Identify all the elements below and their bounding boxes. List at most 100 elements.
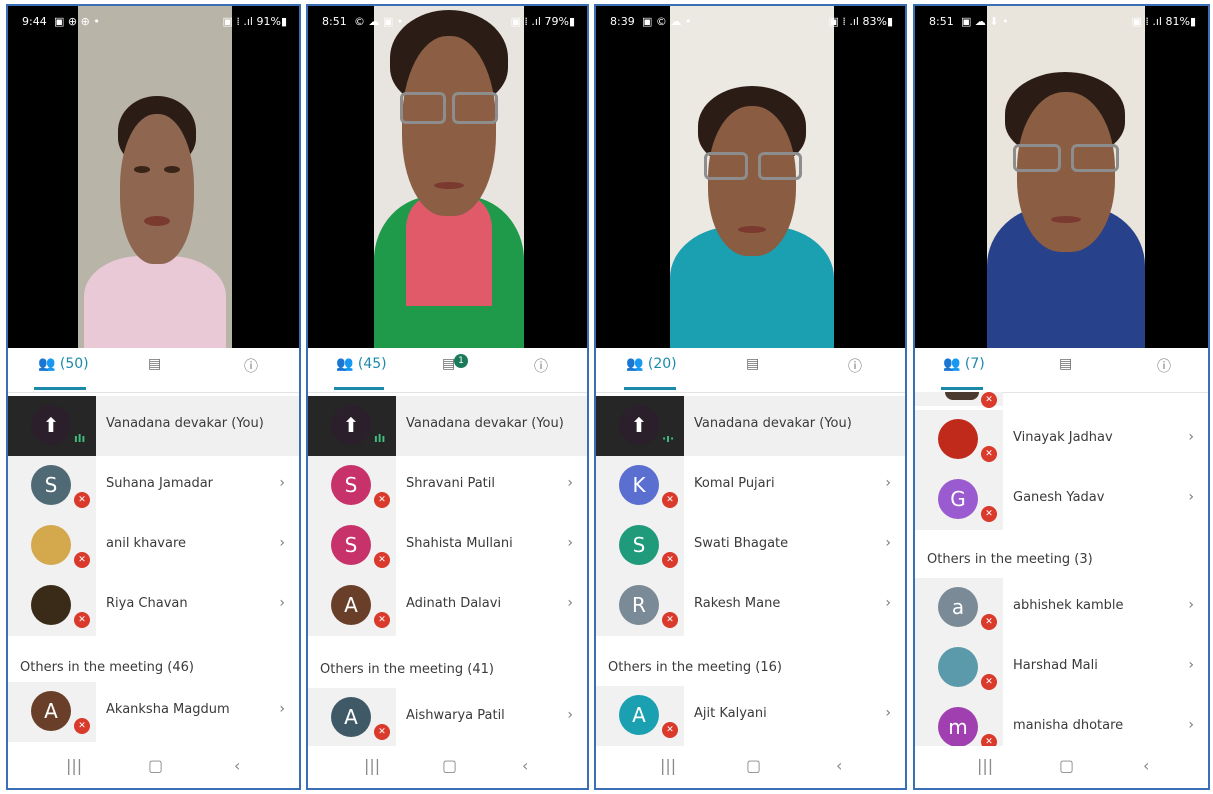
- chevron-right-icon[interactable]: ›: [885, 535, 891, 551]
- home-button[interactable]: ▢: [1059, 756, 1074, 775]
- chevron-right-icon[interactable]: ›: [279, 595, 285, 611]
- mic-muted-icon: ✕: [981, 734, 997, 746]
- recent-apps-button[interactable]: |||: [977, 756, 993, 775]
- participant-row[interactable]: R ✕ Rakesh Mane ›: [596, 576, 905, 636]
- mic-muted-icon: ✕: [981, 506, 997, 522]
- participant-row[interactable]: ✕ anil khavare ›: [8, 516, 299, 576]
- chevron-right-icon[interactable]: ›: [567, 595, 573, 611]
- tab-people[interactable]: 👥 (45): [336, 356, 387, 372]
- avatar: a: [938, 587, 978, 627]
- home-button[interactable]: ▢: [746, 756, 761, 775]
- recent-apps-button[interactable]: |||: [66, 756, 82, 775]
- video-feed: 9:44 ▣ ⊕ ⊕ • ▣ ⁞ .ıl 91%▮: [8, 6, 299, 348]
- active-tab-indicator: [941, 387, 983, 390]
- chevron-right-icon[interactable]: ›: [279, 475, 285, 491]
- chevron-right-icon[interactable]: ›: [885, 475, 891, 491]
- video-frame: [987, 6, 1145, 348]
- chevron-right-icon[interactable]: ›: [567, 707, 573, 723]
- others-section-header: Others in the meeting (3): [927, 552, 1093, 567]
- participant-video: [987, 6, 1145, 348]
- avatar: [945, 392, 979, 400]
- info-icon[interactable]: ⓘ: [244, 356, 258, 376]
- video-feed: 8:51 © ☁ ▣ • ▣ ⁞ .ıl 79%▮: [308, 6, 587, 348]
- mic-muted-icon: ✕: [374, 552, 390, 568]
- video-frame: [670, 6, 834, 348]
- phone-screen-1: 9:44 ▣ ⊕ ⊕ • ▣ ⁞ .ıl 91%▮ 👥 (50) ▤ ⓘ ⬆ ı…: [6, 4, 301, 790]
- participant-row[interactable]: S ✕ Shahista Mullani ›: [308, 516, 587, 576]
- recent-apps-button[interactable]: |||: [364, 756, 380, 775]
- status-time: 9:44: [22, 15, 47, 28]
- chevron-right-icon[interactable]: ›: [1188, 489, 1194, 505]
- participant-row[interactable]: A ✕ Aishwarya Patil ›: [308, 688, 587, 746]
- chevron-right-icon[interactable]: ›: [279, 535, 285, 551]
- participant-name: Shravani Patil: [406, 476, 495, 491]
- participant-name: Vanadana devakar (You): [406, 416, 564, 431]
- chevron-right-icon[interactable]: ›: [567, 475, 573, 491]
- mic-muted-icon: ✕: [74, 718, 90, 734]
- participant-list: ⬆ ılı Vanadana devakar (You) S ✕ Shravan…: [308, 392, 587, 746]
- participant-row[interactable]: m ✕ manisha dhotare ›: [915, 698, 1208, 746]
- avatar: G: [938, 479, 978, 519]
- info-icon[interactable]: ⓘ: [534, 356, 548, 376]
- people-count: (20): [647, 356, 677, 372]
- participant-name: Suhana Jamadar: [106, 476, 214, 491]
- mic-muted-icon: ✕: [662, 492, 678, 508]
- mic-muted-icon: ✕: [662, 612, 678, 628]
- participant-row[interactable]: K ✕ Komal Pujari ›: [596, 456, 905, 516]
- participant-row[interactable]: ⬆ ·ı· Vanadana devakar (You): [596, 396, 905, 456]
- chevron-right-icon[interactable]: ›: [1188, 429, 1194, 445]
- avatar: m: [938, 707, 978, 746]
- back-button[interactable]: ‹: [234, 756, 240, 775]
- avatar: A: [331, 585, 371, 625]
- mic-muted-icon: ✕: [74, 612, 90, 628]
- others-section-header: Others in the meeting (46): [20, 660, 194, 675]
- participant-row[interactable]: A ✕ Ajit Kalyani ›: [596, 686, 905, 746]
- chevron-right-icon[interactable]: ›: [567, 535, 573, 551]
- tab-people[interactable]: 👥 (20): [626, 356, 677, 372]
- home-button[interactable]: ▢: [148, 756, 163, 775]
- tab-people[interactable]: 👥 (50): [38, 356, 89, 372]
- status-icons: © ☁ ▣ •: [354, 15, 404, 28]
- participant-row[interactable]: S ✕ Suhana Jamadar ›: [8, 456, 299, 516]
- mic-muted-icon: ✕: [74, 552, 90, 568]
- phone-screen-3: 8:39 ▣ © ☁ • ▣ ⁞ .ıl 83%▮ 👥 (20) ▤ ⓘ ⬆ ·…: [594, 4, 907, 790]
- chat-unread-badge: 1: [454, 354, 468, 368]
- battery-status: ▣ ⁞ .ıl 81%▮: [1131, 15, 1197, 28]
- chat-icon[interactable]: ▤: [1059, 356, 1072, 372]
- chat-icon[interactable]: ▤: [746, 356, 759, 372]
- participant-row[interactable]: a ✕ abhishek kamble ›: [915, 578, 1208, 638]
- active-tab-indicator: [334, 387, 384, 390]
- chevron-right-icon[interactable]: ›: [279, 701, 285, 717]
- chevron-right-icon[interactable]: ›: [1188, 597, 1194, 613]
- tab-people[interactable]: 👥 (7): [943, 356, 985, 372]
- participant-row[interactable]: A ✕ Akanksha Magdum ›: [8, 682, 299, 742]
- info-icon[interactable]: ⓘ: [1157, 356, 1171, 376]
- mic-muted-icon: ✕: [981, 674, 997, 690]
- pin-icon: ⬆: [331, 405, 371, 445]
- participant-row[interactable]: ✕ Vinayak Jadhav ›: [915, 410, 1208, 470]
- chevron-right-icon[interactable]: ›: [885, 595, 891, 611]
- participant-row[interactable]: ✕ Riya Chavan ›: [8, 576, 299, 636]
- participant-row[interactable]: ✕ Harshad Mali ›: [915, 638, 1208, 698]
- people-icon: 👥: [38, 356, 56, 372]
- participant-row[interactable]: S ✕ Shravani Patil ›: [308, 456, 587, 516]
- chevron-right-icon[interactable]: ›: [885, 705, 891, 721]
- participant-row[interactable]: S ✕ Swati Bhagate ›: [596, 516, 905, 576]
- home-button[interactable]: ▢: [442, 756, 457, 775]
- chevron-right-icon[interactable]: ›: [1188, 717, 1194, 733]
- info-icon[interactable]: ⓘ: [848, 356, 862, 376]
- pin-icon: ⬆: [31, 405, 71, 445]
- back-button[interactable]: ‹: [1143, 756, 1149, 775]
- chevron-right-icon[interactable]: ›: [1188, 657, 1194, 673]
- avatar: S: [331, 525, 371, 565]
- participant-row[interactable]: A ✕ Adinath Dalavi ›: [308, 576, 587, 636]
- participant-row[interactable]: G ✕ Ganesh Yadav ›: [915, 470, 1208, 530]
- back-button[interactable]: ‹: [522, 756, 528, 775]
- recent-apps-button[interactable]: |||: [660, 756, 676, 775]
- people-count: (45): [357, 356, 387, 372]
- back-button[interactable]: ‹: [836, 756, 842, 775]
- people-icon: 👥: [626, 356, 644, 372]
- participant-row[interactable]: ⬆ ılı Vanadana devakar (You): [8, 396, 299, 456]
- participant-row[interactable]: ⬆ ılı Vanadana devakar (You): [308, 396, 587, 456]
- chat-icon[interactable]: ▤: [148, 356, 161, 372]
